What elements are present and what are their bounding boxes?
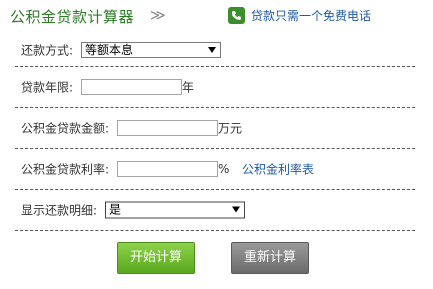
- loan-amount-input[interactable]: [117, 120, 218, 136]
- hotline-link[interactable]: 贷款只需一个免费电话: [228, 7, 371, 24]
- show-details-select[interactable]: 是: [105, 201, 245, 219]
- phone-icon: [228, 7, 245, 24]
- rate-table-link[interactable]: 公积金利率表: [242, 161, 314, 178]
- repayment-method-label: 还款方式:: [21, 43, 74, 58]
- repayment-method-value: 等额本息: [85, 43, 134, 57]
- loan-amount-label: 公积金贷款金额:: [21, 121, 110, 136]
- reset-calculation-button[interactable]: 重新计算: [231, 242, 309, 274]
- hotline-text: 贷款只需一个免费电话: [251, 9, 372, 23]
- show-details-label: 显示还款明细:: [21, 203, 98, 218]
- loan-amount-unit: 万元: [218, 121, 243, 136]
- dropdown-arrow-icon: [232, 206, 240, 213]
- page-title: 公积金贷款计算器: [10, 8, 135, 26]
- loan-rate-input[interactable]: [117, 161, 218, 177]
- loan-term-row: 贷款年限: 年: [15, 67, 415, 108]
- loan-amount-row: 公积金贷款金额: 万元: [15, 108, 415, 149]
- repayment-method-select[interactable]: 等额本息: [81, 42, 221, 58]
- loan-rate-label: 公积金贷款利率:: [21, 162, 110, 177]
- header: 公积金贷款计算器 ≫ 贷款只需一个免费电话: [0, 0, 433, 34]
- loan-term-label: 贷款年限:: [21, 80, 74, 95]
- loan-term-input[interactable]: [81, 79, 182, 95]
- repayment-method-row: 还款方式: 等额本息: [15, 34, 415, 67]
- start-calculation-button[interactable]: 开始计算: [117, 242, 195, 274]
- double-chevron-right-icon: ≫: [150, 6, 166, 24]
- loan-term-unit: 年: [182, 80, 195, 95]
- loan-rate-unit: %: [218, 162, 230, 176]
- loan-rate-row: 公积金贷款利率: % 公积金利率表: [15, 149, 415, 190]
- show-details-value: 是: [109, 202, 122, 217]
- show-details-row: 显示还款明细: 是: [15, 190, 415, 231]
- dropdown-arrow-icon: [208, 47, 216, 53]
